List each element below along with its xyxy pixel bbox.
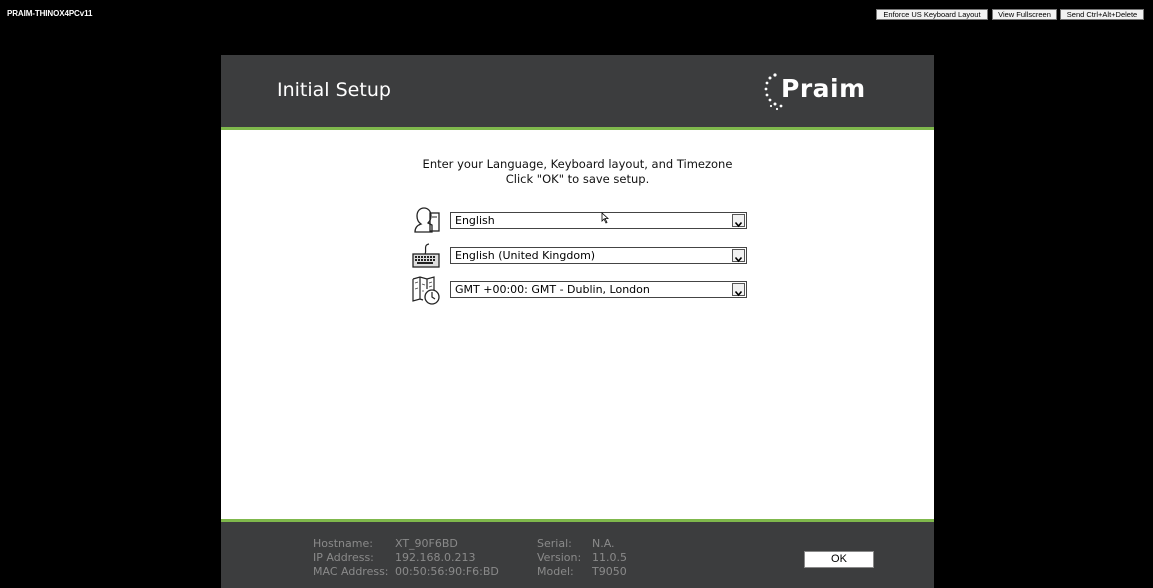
hostname-value: XT_90F6BD bbox=[395, 537, 458, 550]
device-info-values: XT_90F6BD 192.168.0.213 00:50:56:90:F6:B… bbox=[395, 537, 499, 579]
enforce-us-keyboard-button[interactable]: Enforce US Keyboard Layout bbox=[876, 9, 988, 20]
serial-value: N.A. bbox=[592, 537, 615, 550]
chevron-down-icon[interactable] bbox=[732, 249, 745, 263]
model-value: T9050 bbox=[592, 565, 627, 578]
ok-button[interactable]: OK bbox=[804, 551, 874, 568]
version-label: Version: bbox=[537, 551, 582, 564]
page-title: Initial Setup bbox=[277, 79, 391, 101]
keyboard-icon bbox=[412, 243, 440, 268]
ip-address-value: 192.168.0.213 bbox=[395, 551, 476, 564]
setup-instructions: Enter your Language, Keyboard layout, an… bbox=[221, 157, 934, 187]
mac-address-label: MAC Address: bbox=[313, 565, 389, 578]
setup-header: Initial Setup Praim bbox=[221, 55, 934, 130]
device-version-values: N.A. 11.0.5 T9050 bbox=[592, 537, 627, 579]
chevron-down-icon[interactable] bbox=[732, 214, 745, 228]
view-fullscreen-button[interactable]: View Fullscreen bbox=[992, 9, 1057, 20]
language-select[interactable]: English bbox=[450, 212, 747, 229]
ip-address-label: IP Address: bbox=[313, 551, 374, 564]
logo-wordmark: Praim bbox=[781, 74, 866, 103]
chevron-down-icon[interactable] bbox=[732, 283, 745, 297]
mouse-cursor-icon bbox=[601, 212, 610, 224]
send-ctrl-alt-delete-button[interactable]: Send Ctrl+Alt+Delete bbox=[1060, 9, 1144, 20]
language-select-value: English bbox=[455, 214, 495, 227]
device-info-labels: Hostname: IP Address: MAC Address: bbox=[313, 537, 389, 579]
instructions-line-2: Click "OK" to save setup. bbox=[505, 172, 650, 186]
hostname-label: Hostname: bbox=[313, 537, 373, 550]
keyboard-layout-select[interactable]: English (United Kingdom) bbox=[450, 247, 747, 264]
timezone-select[interactable]: GMT +00:00: GMT - Dublin, London bbox=[450, 281, 747, 298]
keyboard-select-value: English (United Kingdom) bbox=[455, 249, 596, 262]
map-clock-icon bbox=[412, 276, 440, 305]
version-value: 11.0.5 bbox=[592, 551, 627, 564]
instructions-line-1: Enter your Language, Keyboard layout, an… bbox=[422, 157, 733, 171]
setup-footer: Hostname: IP Address: MAC Address: XT_90… bbox=[221, 519, 934, 588]
timezone-select-value: GMT +00:00: GMT - Dublin, London bbox=[455, 283, 650, 296]
language-head-icon bbox=[414, 207, 440, 233]
praim-logo: Praim bbox=[761, 71, 891, 115]
device-version-labels: Serial: Version: Model: bbox=[537, 537, 581, 579]
mac-address-value: 00:50:56:90:F6:BD bbox=[395, 565, 499, 578]
model-label: Model: bbox=[537, 565, 574, 578]
session-machine-name: PRAIM-THINOX4PCv11 bbox=[7, 9, 93, 18]
initial-setup-window: Initial Setup Praim Enter your Language,… bbox=[221, 55, 934, 588]
serial-label: Serial: bbox=[537, 537, 572, 550]
